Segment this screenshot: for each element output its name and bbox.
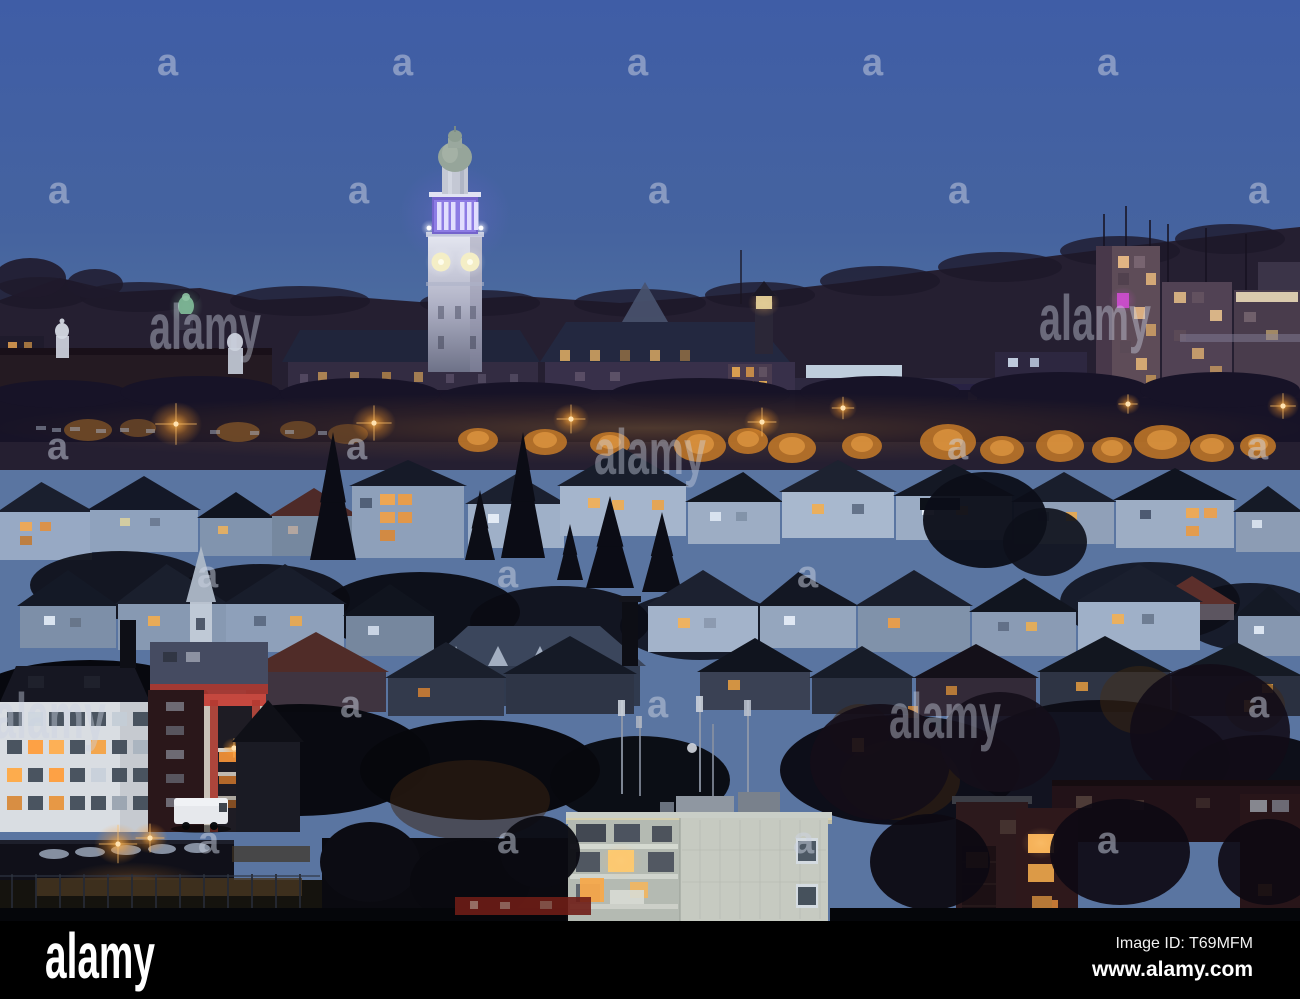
alamy-logo: alamy	[45, 920, 155, 992]
alamy-url: www.alamy.com	[1091, 958, 1253, 981]
watermark-a-glyph: a	[47, 426, 69, 468]
watermark-a-glyph: a	[346, 426, 368, 468]
watermark-a-glyph: a	[340, 684, 362, 726]
watermark-a-glyph: a	[797, 554, 819, 596]
watermark-alamy-word: alamy	[594, 416, 706, 488]
watermark-a-glyph: a	[647, 684, 669, 726]
watermark-alamy-word: alamy	[889, 680, 1001, 752]
watermark-a-glyph: a	[48, 170, 70, 212]
image-id-label: Image ID: T69MFM	[1115, 935, 1253, 952]
watermark-a-glyph: a	[157, 42, 179, 84]
watermark-a-glyph: a	[348, 170, 370, 212]
watermark-a-glyph: a	[1248, 170, 1270, 212]
watermark-a-glyph: a	[648, 170, 670, 212]
watermark-a-glyph: a	[948, 170, 970, 212]
watermark-a-glyph: a	[1097, 820, 1119, 862]
stock-photo-page: a a a a a a a a a a a a a a a a a a a a a a a a alamy alamy alamy a…	[0, 0, 1300, 999]
watermark-a-glyph: a	[392, 42, 414, 84]
watermark-a-glyph: a	[497, 554, 519, 596]
watermark-a-glyph: a	[197, 554, 219, 596]
watermark-alamy-word: alamy	[0, 680, 106, 752]
watermark-a-glyph: a	[497, 820, 519, 862]
watermark-alamy-word: alamy	[149, 291, 261, 363]
watermark-a-glyph: a	[862, 42, 884, 84]
watermark-a-glyph: a	[1247, 426, 1269, 468]
watermark-a-glyph: a	[1248, 684, 1270, 726]
watermark-a-glyph: a	[627, 42, 649, 84]
watermark-a-glyph: a	[198, 820, 220, 862]
watermark-alamy-word: alamy	[1039, 282, 1151, 354]
watermark-a-glyph: a	[947, 426, 969, 468]
watermark-a-glyph: a	[1097, 42, 1119, 84]
city-dusk-photo: a a a a aa a a a aa a a aa a aa a aa a a aalamyalamyalamya…	[0, 0, 1300, 999]
footer-bar: alamy Image ID: T69MFM www.alamy.com	[0, 920, 1300, 999]
watermark-a-glyph: a	[793, 820, 815, 862]
